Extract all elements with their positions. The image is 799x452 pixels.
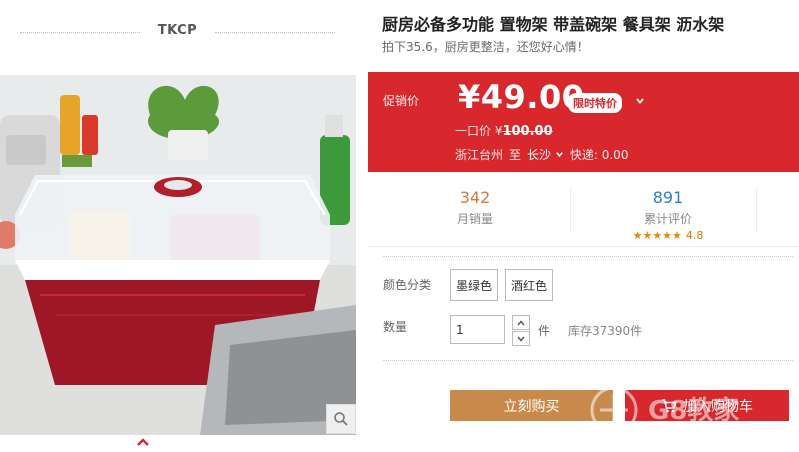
section-divider — [383, 360, 793, 361]
original-price-value: 100.00 — [502, 124, 553, 139]
quantity-label: 数量 — [383, 320, 408, 334]
product-photo — [0, 75, 356, 435]
stats-divider — [756, 188, 757, 232]
color-option-label: 颜色分类 — [383, 278, 432, 292]
ship-to-label: 至 — [509, 148, 522, 162]
quantity-increment-button[interactable] — [512, 315, 530, 330]
stock-count: 库存37390件 — [568, 324, 643, 338]
total-reviews[interactable]: 891 累计评价 ★★★★★ 4.8 — [618, 188, 718, 242]
magnifier-icon — [334, 412, 348, 426]
ship-from: 浙江台州 — [455, 148, 504, 162]
shipping-row: 浙江台州 至 长沙 快递: 0.00 — [455, 146, 628, 163]
chevron-down-icon[interactable] — [635, 96, 645, 106]
promo-price-label: 促销价 — [383, 94, 420, 108]
rating-stars: ★★★★★ — [632, 229, 682, 242]
reviews-count: 891 — [652, 188, 684, 207]
shipping-fee: 快递: 0.00 — [569, 148, 629, 162]
product-image[interactable] — [0, 75, 356, 435]
original-price-label: 一口价 ¥ — [455, 124, 503, 138]
buy-now-button[interactable]: 立刻购买 — [450, 390, 613, 421]
gallery-panel: TKCP — [0, 0, 358, 452]
chevron-up-icon[interactable] — [135, 436, 151, 448]
reviews-label: 累计评价 — [643, 212, 692, 226]
brand-header: TKCP — [20, 18, 335, 46]
rating-row: ★★★★★ 4.8 — [618, 229, 718, 242]
ship-to: 长沙 — [527, 148, 552, 162]
quantity-decrement-button[interactable] — [512, 331, 530, 346]
stats-bar: 342 月销量 891 累计评价 ★★★★★ 4.8 — [368, 180, 799, 247]
brand-divider-right — [215, 32, 335, 33]
add-to-cart-label: 加入购物车 — [683, 398, 753, 415]
rating-value: 4.8 — [685, 229, 704, 242]
sales-label: 月销量 — [456, 212, 493, 226]
color-option-wine-red[interactable]: 酒红色 — [505, 269, 553, 301]
product-subtitle: 拍下35.6，厨房更整洁，还您好心情！ — [382, 40, 589, 54]
chevron-up-icon — [517, 319, 525, 325]
brand-name[interactable]: TKCP — [20, 23, 335, 38]
stats-divider — [570, 188, 571, 232]
monthly-sales: 342 月销量 — [430, 188, 520, 227]
section-divider — [383, 256, 793, 257]
add-to-cart-button[interactable]: 加入购物车 — [625, 390, 789, 421]
color-option-dark-green[interactable]: 墨绿色 — [450, 269, 498, 301]
original-price: 一口价 ¥100.00 — [455, 122, 553, 139]
cart-icon — [662, 398, 677, 412]
price-panel: 促销价 ¥49.00 限时特价 一口价 ¥100.00 浙江台州 至 长沙 快递… — [368, 72, 799, 172]
sales-count: 342 — [459, 188, 491, 207]
product-title: 厨房必备多功能 置物架 带盖碗架 餐具架 沥水架 — [382, 15, 725, 34]
limited-offer-badge[interactable]: 限时特价 — [568, 93, 622, 113]
quantity-input[interactable]: 1 — [450, 315, 505, 344]
product-info-panel: 厨房必备多功能 置物架 带盖碗架 餐具架 沥水架 拍下35.6，厨房更整洁，还您… — [368, 0, 799, 452]
quantity-unit: 件 — [538, 324, 551, 338]
current-price: ¥49.00 — [458, 78, 585, 116]
chevron-down-icon — [517, 336, 525, 342]
zoom-button[interactable] — [326, 404, 356, 434]
destination-selector[interactable]: 长沙 — [527, 146, 564, 163]
chevron-down-icon — [556, 152, 563, 158]
